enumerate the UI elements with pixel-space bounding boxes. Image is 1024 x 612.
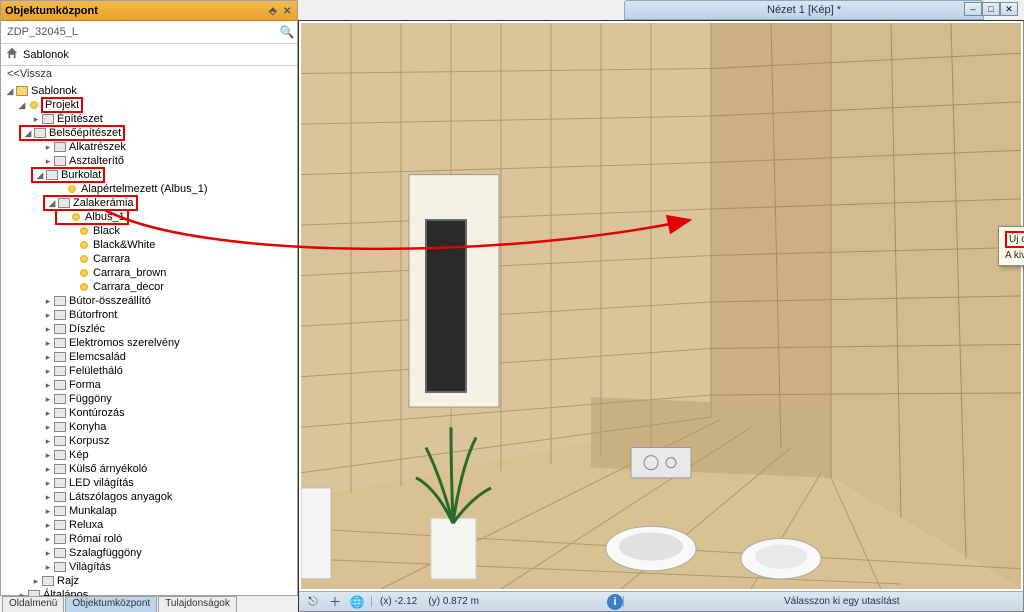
compass-icon[interactable]: ⎋ (305, 594, 321, 610)
tree: ◢ Sablonok ◢ Projekt ▸ Építészet ◢ Belső… (1, 82, 297, 602)
breadcrumb[interactable]: Sablonok (1, 44, 297, 66)
breadcrumb-label: Sablonok (23, 49, 69, 61)
viewport-frame: ⎋ ＋ 🌐 (x) -2.12 (y) 0.872 m i Válasszon … (298, 20, 1024, 612)
status-message: Válasszon ki egy utasítást (623, 596, 1023, 607)
search-input[interactable] (1, 21, 277, 43)
tree-albus1[interactable]: Albus_1 (3, 210, 297, 224)
panel-titlebar: Objektumközpont ⬘ ✕ (1, 1, 297, 21)
coords: (x) -2.12 (y) 0.872 m (371, 596, 487, 607)
viewport-title: Nézet 1 [Kép] * (767, 4, 841, 16)
tree-item[interactable]: Carrara_brown (3, 266, 297, 280)
home-icon[interactable] (5, 46, 19, 63)
tree-item[interactable]: ▸Elemcsalád (3, 350, 297, 364)
bulb-icon (30, 101, 38, 109)
maximize-icon[interactable]: □ (982, 2, 1000, 16)
tab-tulajdonsagok[interactable]: Tulajdonságok (158, 596, 237, 612)
tree-item[interactable]: ▸Reluxa (3, 518, 297, 532)
tree-epiteszet[interactable]: ▸ Építészet (3, 112, 297, 126)
statusbar: ⎋ ＋ 🌐 (x) -2.12 (y) 0.872 m i Válasszon … (299, 591, 1023, 611)
tree-burkolat[interactable]: ◢ Burkolat (3, 168, 297, 182)
back-link[interactable]: <<Vissza (1, 66, 297, 82)
tree-item[interactable]: ▸Asztalterítő (3, 154, 297, 168)
tree-item[interactable]: ▸Díszléc (3, 322, 297, 336)
minimize-icon[interactable]: – (964, 2, 982, 16)
tree-zalakeramia[interactable]: ◢ Zalakerámia (3, 196, 297, 210)
tree-item[interactable]: ▸Látszólagos anyagok (3, 490, 297, 504)
viewport-panel: Nézet 1 [Kép] * – □ ✕ (298, 0, 1024, 612)
category-icon (42, 114, 54, 124)
close-icon[interactable]: ✕ (283, 6, 293, 16)
tooltip-box: Új csempézés/festés A kiválasztott stílu… (998, 226, 1024, 266)
tree-item[interactable]: ▸Korpusz (3, 434, 297, 448)
search-row: 🔍 (1, 21, 297, 44)
tree-item[interactable]: Black&White (3, 238, 297, 252)
tree-item[interactable]: Carrara (3, 252, 297, 266)
viewport-3d[interactable] (301, 23, 1021, 589)
info-icon[interactable]: i (607, 594, 623, 610)
tree-belso[interactable]: ◢ Belsőépítészet (3, 126, 297, 140)
tree-item[interactable]: ▸Forma (3, 378, 297, 392)
pin-icon[interactable]: ⬘ (269, 6, 279, 16)
tooltip-sub: A kiválasztott stílus aktiválása (1005, 250, 1024, 261)
tree-projekt[interactable]: ◢ Projekt (3, 98, 297, 112)
tree-item[interactable]: Alapértelmezett (Albus_1) (3, 182, 297, 196)
panel-title: Objektumközpont (5, 5, 265, 17)
tree-item[interactable]: ▸Római roló (3, 532, 297, 546)
tree-item[interactable]: ▸Konyha (3, 420, 297, 434)
tree-item[interactable]: ▸Függöny (3, 392, 297, 406)
tree-item[interactable]: ▸Külső árnyékoló (3, 462, 297, 476)
tree-item[interactable]: Black (3, 224, 297, 238)
tree-item[interactable]: ▸Bútorfront (3, 308, 297, 322)
viewport-titlebar[interactable]: Nézet 1 [Kép] * (624, 0, 984, 20)
tree-item[interactable]: ▸Alkatrészek (3, 140, 297, 154)
tree-item[interactable]: ▸Rajz (3, 574, 297, 588)
object-center-panel: Objektumközpont ⬘ ✕ 🔍 Sablonok <<Vissza … (0, 0, 298, 596)
tree-item[interactable]: ▸Felületháló (3, 364, 297, 378)
tree-item[interactable]: ▸Világítás (3, 560, 297, 574)
search-icon[interactable]: 🔍 (277, 25, 297, 39)
tree-root[interactable]: ◢ Sablonok (3, 84, 297, 98)
tab-oldalmenu[interactable]: Oldalmenü (2, 596, 64, 612)
bottom-tabs: Oldalmenü Objektumközpont Tulajdonságok (2, 596, 237, 612)
globe-icon[interactable]: 🌐 (349, 594, 365, 610)
tree-item[interactable]: ▸Elektromos szerelvény (3, 336, 297, 350)
close-icon[interactable]: ✕ (1000, 2, 1018, 16)
tooltip-title: Új csempézés/festés (1005, 231, 1024, 248)
plus-icon[interactable]: ＋ (327, 594, 343, 610)
tree-item[interactable]: ▸Munkalap (3, 504, 297, 518)
category-icon (34, 128, 46, 138)
tree-item[interactable]: ▸LED világítás (3, 476, 297, 490)
tree-item[interactable]: Carrara_decor (3, 280, 297, 294)
tab-objektumkozpont[interactable]: Objektumközpont (65, 596, 157, 612)
tree-item[interactable]: ▸Szalagfüggöny (3, 546, 297, 560)
tree-item[interactable]: ▸Kép (3, 448, 297, 462)
tree-item[interactable]: ▸Bútor-összeállító (3, 294, 297, 308)
window-controls: – □ ✕ (964, 2, 1018, 16)
tree-item[interactable]: ▸Kontúrozás (3, 406, 297, 420)
